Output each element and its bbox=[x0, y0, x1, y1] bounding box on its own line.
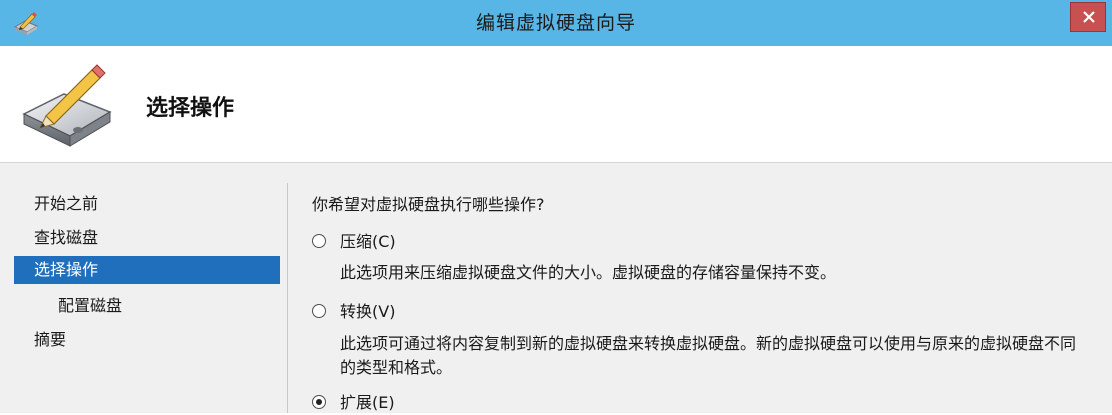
hard-disk-pencil-icon bbox=[18, 64, 118, 148]
expand-radio[interactable] bbox=[312, 395, 326, 409]
compact-description: 此选项用来压缩虚拟硬盘文件的大小。虚拟硬盘的存储容量保持不变。 bbox=[340, 263, 837, 282]
window-title: 编辑虚拟硬盘向导 bbox=[475, 12, 636, 34]
close-button[interactable] bbox=[1070, 2, 1106, 32]
convert-description: 此选项可通过将内容复制到新的虚拟硬盘来转换虚拟硬盘。新的虚拟硬盘可以使用与原来的… bbox=[340, 334, 1077, 377]
nav-item-before-you-begin[interactable]: 开始之前 bbox=[14, 190, 280, 218]
wizard-header: 选择操作 bbox=[0, 46, 1112, 163]
question-text: 你希望对虚拟硬盘执行哪些操作? bbox=[312, 195, 545, 214]
compact-label[interactable]: 压缩(C) bbox=[340, 230, 396, 254]
title-bar[interactable]: 编辑虚拟硬盘向导 bbox=[0, 0, 1112, 46]
page-title: 选择操作 bbox=[146, 96, 235, 121]
nav-item-summary[interactable]: 摘要 bbox=[14, 326, 280, 354]
convert-radio[interactable] bbox=[312, 304, 326, 318]
compact-radio[interactable] bbox=[312, 234, 326, 248]
wizard-steps-nav: 开始之前 查找磁盘 选择操作 配置磁盘 摘要 bbox=[14, 163, 280, 413]
wizard-body: 开始之前 查找磁盘 选择操作 配置磁盘 摘要 你希望对虚拟硬盘执行哪些操作? 压… bbox=[0, 163, 1112, 413]
main-panel: 你希望对虚拟硬盘执行哪些操作? 压缩(C) 此选项用来压缩虚拟硬盘文件的大小。虚… bbox=[308, 163, 1098, 413]
nav-item-configure-disk[interactable]: 配置磁盘 bbox=[14, 292, 280, 320]
convert-label[interactable]: 转换(V) bbox=[340, 300, 395, 324]
nav-item-choose-action[interactable]: 选择操作 bbox=[14, 256, 280, 284]
expand-label[interactable]: 扩展(E) bbox=[340, 391, 395, 415]
nav-divider bbox=[287, 183, 288, 413]
close-icon bbox=[1083, 11, 1095, 23]
nav-item-locate-disk[interactable]: 查找磁盘 bbox=[14, 224, 280, 252]
